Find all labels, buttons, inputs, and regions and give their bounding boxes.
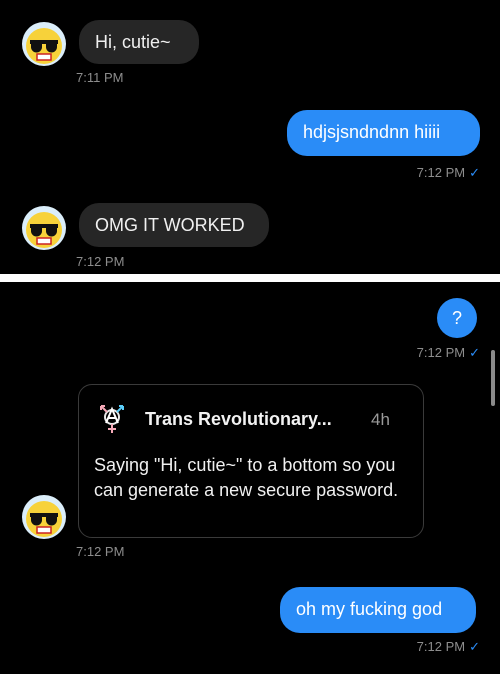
scrollbar[interactable] [491, 350, 495, 406]
timestamp-text: 7:12 PM [416, 165, 466, 180]
cool-emoji-avatar-icon[interactable] [21, 494, 67, 540]
chat-panel-bottom: ? 7:12 PM ✓ Trans Revolutionary... 4h Say… [0, 282, 500, 674]
read-checkmark-icon: ✓ [469, 639, 480, 654]
timestamp: 7:12 PM [76, 254, 125, 269]
timestamp-read: 7:12 PM ✓ [380, 639, 480, 655]
message-bubble-incoming[interactable]: OMG IT WORKED [79, 203, 269, 247]
timestamp-read: 7:12 PM ✓ [380, 345, 480, 361]
shared-post-text: Saying "Hi, cutie~" to a bottom so you c… [94, 455, 399, 500]
message-bubble-outgoing[interactable]: ? [437, 298, 477, 338]
timestamp-text: 7:12 PM [416, 345, 466, 360]
timestamp-read: 7:12 PM ✓ [380, 165, 480, 181]
cool-emoji-avatar-icon[interactable] [21, 205, 67, 251]
trans-anarchy-symbol-icon [100, 405, 124, 433]
message-bubble-incoming[interactable]: Hi, cutie~ [79, 20, 199, 64]
message-bubble-outgoing[interactable]: hdjsjsndndnn hiiii [287, 110, 480, 156]
timestamp: 7:12 PM [76, 544, 125, 559]
chat-panel-top: Hi, cutie~ 7:11 PM hdjsjsndndnn hiiii 7:… [0, 0, 500, 274]
shared-post-author: Trans Revolutionary... [145, 409, 332, 429]
read-checkmark-icon: ✓ [469, 165, 480, 180]
shared-post-age: 4h [371, 410, 390, 429]
timestamp: 7:11 PM [76, 70, 124, 85]
read-checkmark-icon: ✓ [469, 345, 480, 360]
timestamp-text: 7:12 PM [416, 639, 466, 654]
shared-post-card[interactable]: Trans Revolutionary... 4h Saying "Hi, cu… [78, 384, 424, 538]
cool-emoji-avatar-icon[interactable] [21, 21, 67, 67]
message-bubble-outgoing[interactable]: oh my fucking god [280, 587, 476, 633]
